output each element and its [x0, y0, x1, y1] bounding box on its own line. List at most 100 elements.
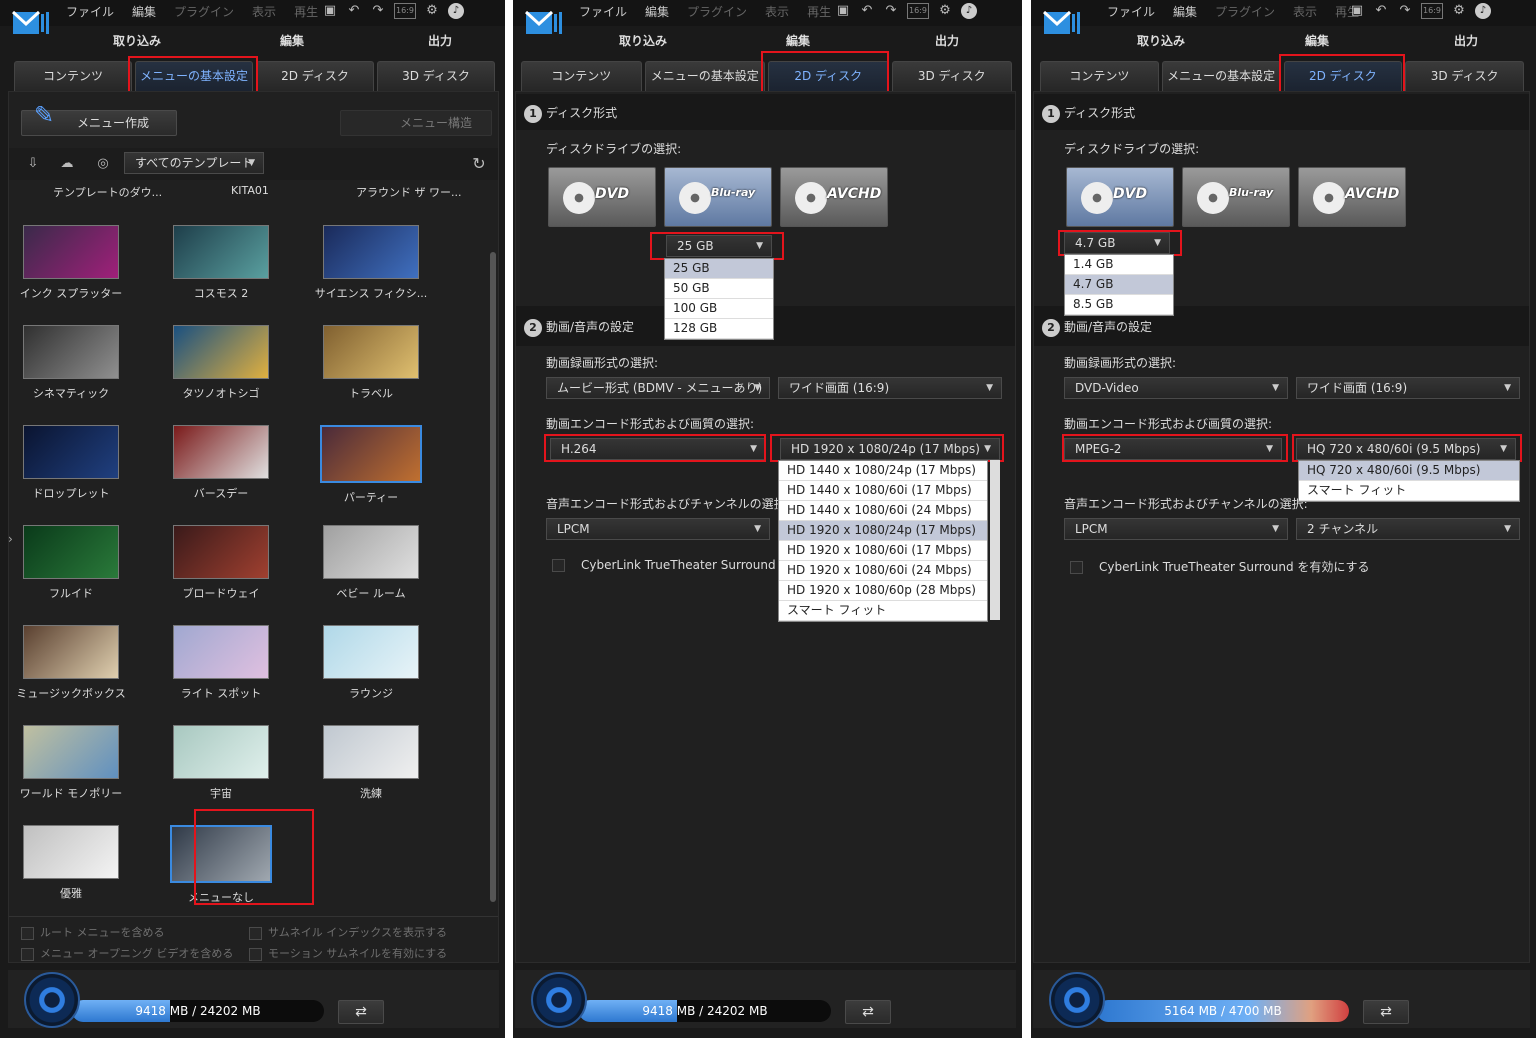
- capacity-option[interactable]: 1.4 GB: [1065, 255, 1173, 275]
- cloud-icon[interactable]: ☁: [59, 156, 75, 172]
- tab-menu-settings[interactable]: メニューの基本設定: [1161, 61, 1281, 91]
- mode-edit[interactable]: 編集: [1305, 32, 1329, 49]
- quality-option[interactable]: HD 1920 x 1080/60p (28 Mbps): [779, 581, 987, 601]
- template-item[interactable]: ドロップレット: [1, 425, 141, 501]
- disc-capacity-dropdown[interactable]: 25 GB ▼: [666, 235, 772, 257]
- template-filter-dropdown[interactable]: すべてのテンプレート ▼: [124, 152, 264, 174]
- undo-icon[interactable]: ↶: [1373, 3, 1389, 19]
- capacity-options-list[interactable]: 1.4 GB 4.7 GB 8.5 GB: [1064, 254, 1174, 316]
- aspect-ratio-icon[interactable]: 16:9: [394, 3, 416, 19]
- menu-file[interactable]: ファイル: [579, 3, 627, 20]
- save-icon[interactable]: ▣: [835, 3, 851, 19]
- template-item[interactable]: トラベル: [301, 325, 441, 401]
- refresh-icon[interactable]: ↻: [471, 156, 487, 172]
- menu-plugin[interactable]: プラグイン: [687, 3, 747, 20]
- audio-format-dropdown[interactable]: LPCM ▼: [1064, 518, 1288, 540]
- template-download-label[interactable]: テンプレートのダウ...: [53, 184, 162, 200]
- redo-icon[interactable]: ↷: [883, 3, 899, 19]
- recording-format-dropdown[interactable]: DVD-Video ▼: [1064, 377, 1288, 399]
- notification-icon[interactable]: ♪: [1475, 3, 1491, 19]
- quality-option[interactable]: HD 1920 x 1080/60i (17 Mbps): [779, 541, 987, 561]
- template-around-label[interactable]: アラウンド ザ ワー...: [356, 184, 461, 200]
- save-icon[interactable]: ▣: [1349, 3, 1365, 19]
- menu-view[interactable]: 表示: [765, 3, 789, 20]
- template-scrollbar[interactable]: [490, 252, 496, 902]
- menu-structure-button[interactable]: メニュー構造: [340, 110, 492, 136]
- notification-icon[interactable]: ♪: [448, 3, 464, 19]
- mode-output[interactable]: 出力: [428, 32, 452, 49]
- codec-dropdown[interactable]: MPEG-2 ▼: [1064, 438, 1282, 460]
- quality-option[interactable]: スマート フィット: [1299, 481, 1519, 501]
- template-item[interactable]: 洗練: [301, 725, 441, 801]
- swap-button[interactable]: ⇄: [1363, 1000, 1409, 1024]
- quality-list-scrollbar[interactable]: [990, 460, 1000, 620]
- mode-capture[interactable]: 取り込み: [619, 32, 667, 49]
- dvd-disc-button[interactable]: DVD: [1066, 167, 1174, 227]
- disc-capacity-dropdown[interactable]: 4.7 GB ▼: [1064, 232, 1170, 254]
- capacity-option[interactable]: 25 GB: [665, 259, 773, 279]
- menu-edit[interactable]: 編集: [645, 3, 669, 20]
- tab-content[interactable]: コンテンツ: [521, 61, 642, 91]
- menu-plugin[interactable]: プラグイン: [1215, 3, 1275, 20]
- menu-view[interactable]: 表示: [252, 3, 276, 20]
- template-kita01-label[interactable]: KITA01: [231, 184, 269, 197]
- surround-checkbox[interactable]: CyberLink TrueTheater Surround を有効にする: [1070, 558, 1370, 575]
- tab-2d-disc[interactable]: 2D ディスク: [256, 61, 374, 91]
- redo-icon[interactable]: ↷: [370, 3, 386, 19]
- show-thumbnail-index-checkbox[interactable]: サムネイル インデックスを表示する: [249, 924, 447, 940]
- template-item[interactable]: 宇宙: [151, 725, 291, 801]
- swap-button[interactable]: ⇄: [338, 1000, 384, 1024]
- quality-option[interactable]: HD 1440 x 1080/60i (24 Mbps): [779, 501, 987, 521]
- quality-dropdown[interactable]: HD 1920 x 1080/24p (17 Mbps) ▼: [780, 438, 1000, 460]
- avchd-disc-button[interactable]: AVCHD: [1298, 167, 1406, 227]
- audio-format-dropdown[interactable]: LPCM ▼: [546, 518, 770, 540]
- template-item[interactable]: シネマティック: [1, 325, 141, 401]
- avchd-disc-button[interactable]: AVCHD: [780, 167, 888, 227]
- dvd-disc-button[interactable]: DVD: [548, 167, 656, 227]
- template-item[interactable]: コスモス 2: [151, 225, 291, 301]
- menu-play[interactable]: 再生: [294, 3, 318, 20]
- template-item[interactable]: ベビー ルーム: [301, 525, 441, 601]
- template-item[interactable]: インク スプラッター: [1, 225, 141, 301]
- menu-plugin[interactable]: プラグイン: [174, 3, 234, 20]
- tab-2d-disc[interactable]: 2D ディスク: [768, 61, 889, 91]
- swap-button[interactable]: ⇄: [845, 1000, 891, 1024]
- quality-option[interactable]: HD 1920 x 1080/24p (17 Mbps): [779, 521, 987, 541]
- audio-channels-dropdown[interactable]: 2 チャンネル ▼: [1296, 518, 1520, 540]
- quality-option[interactable]: HD 1920 x 1080/60i (24 Mbps): [779, 561, 987, 581]
- globe-icon[interactable]: ◎: [95, 156, 111, 172]
- mode-capture[interactable]: 取り込み: [113, 32, 161, 49]
- quality-dropdown[interactable]: HQ 720 x 480/60i (9.5 Mbps) ▼: [1296, 438, 1516, 460]
- notification-icon[interactable]: ♪: [961, 3, 977, 19]
- aspect-dropdown[interactable]: ワイド画面 (16:9) ▼: [778, 377, 1002, 399]
- save-icon[interactable]: ▣: [322, 3, 338, 19]
- menu-file[interactable]: ファイル: [66, 3, 114, 20]
- aspect-ratio-icon[interactable]: 16:9: [907, 3, 929, 19]
- menu-edit[interactable]: 編集: [132, 3, 156, 20]
- menu-play[interactable]: 再生: [807, 3, 831, 20]
- menu-edit[interactable]: 編集: [1173, 3, 1197, 20]
- include-opening-video-checkbox[interactable]: メニュー オープニング ビデオを含める: [21, 945, 233, 961]
- template-item[interactable]: ブロードウェイ: [151, 525, 291, 601]
- quality-option[interactable]: スマート フィット: [779, 601, 987, 621]
- tab-content[interactable]: コンテンツ: [14, 61, 132, 91]
- gear-icon[interactable]: ⚙: [1451, 3, 1467, 19]
- tab-3d-disc[interactable]: 3D ディスク: [891, 61, 1012, 91]
- tab-3d-disc[interactable]: 3D ディスク: [1405, 61, 1524, 91]
- template-item[interactable]: バースデー: [151, 425, 291, 501]
- template-item[interactable]: ワールド モノポリー: [1, 725, 141, 801]
- template-item[interactable]: パーティー: [301, 425, 441, 505]
- quality-option[interactable]: HD 1440 x 1080/24p (17 Mbps): [779, 461, 987, 481]
- capacity-option[interactable]: 8.5 GB: [1065, 295, 1173, 315]
- tab-content[interactable]: コンテンツ: [1040, 61, 1159, 91]
- tab-menu-settings[interactable]: メニューの基本設定: [644, 61, 765, 91]
- template-item[interactable]: ラウンジ: [301, 625, 441, 701]
- bluray-disc-button[interactable]: Blu-ray: [664, 167, 772, 227]
- template-item[interactable]: ライト スポット: [151, 625, 291, 701]
- quality-options-list[interactable]: HQ 720 x 480/60i (9.5 Mbps) スマート フィット: [1298, 460, 1520, 502]
- capacity-option[interactable]: 4.7 GB: [1065, 275, 1173, 295]
- gear-icon[interactable]: ⚙: [937, 3, 953, 19]
- import-icon[interactable]: ⇩: [25, 156, 41, 172]
- template-item[interactable]: メニューなし: [151, 825, 291, 905]
- recording-format-dropdown[interactable]: ムービー形式 (BDMV - メニューあり) ▼: [546, 377, 770, 399]
